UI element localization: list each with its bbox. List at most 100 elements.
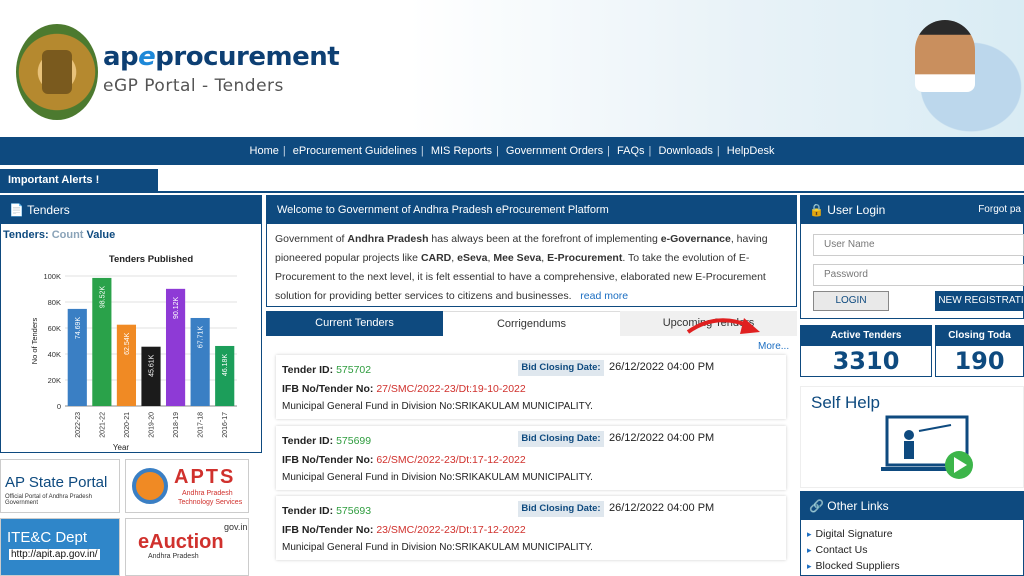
nav-mis-reports[interactable]: MIS Reports xyxy=(427,145,496,157)
nav-helpdesk[interactable]: HelpDesk xyxy=(723,145,779,157)
other-links-title: Other Links xyxy=(827,499,889,513)
tender-id: 575699 xyxy=(336,435,372,447)
important-alerts-label[interactable]: Important Alerts ! xyxy=(0,169,158,191)
link-blocked-suppliers[interactable]: Blocked Suppliers xyxy=(807,558,1017,574)
y-tick-label: 60K xyxy=(48,324,61,333)
welcome-text: Government of Andhra Pradesh has always … xyxy=(275,233,768,302)
ifb-label: IFB No/Tender No: xyxy=(282,383,374,395)
apts-title: APTS xyxy=(174,466,236,488)
nav-government-orders[interactable]: Government Orders xyxy=(502,145,607,157)
tender-card[interactable]: Tender ID: 575693 Bid Closing Date: 26/1… xyxy=(276,496,786,560)
apts-subtitle-2: Technology Services xyxy=(178,499,243,506)
bid-closing-date: 26/12/2022 04:00 PM xyxy=(609,361,715,373)
closing-today-label: Closing Toda xyxy=(936,326,1023,346)
y-tick-label: 80K xyxy=(48,298,61,307)
password-input[interactable]: Password xyxy=(813,264,1024,286)
main-navbar: Home | eProcurement Guidelines | MIS Repor… xyxy=(0,137,1024,165)
bid-closing-date: 26/12/2022 04:00 PM xyxy=(609,432,715,444)
self-help-title: Self Help xyxy=(811,393,880,412)
forgot-password-link[interactable]: Forgot pa xyxy=(978,196,1021,224)
y-tick-label: 40K xyxy=(48,350,61,359)
login-button[interactable]: LOGIN xyxy=(813,291,889,311)
page-root: { "header":{"brand_pre":"ap","brand_e":"… xyxy=(0,0,1024,576)
other-links-list: Digital Signature Contact Us Blocked Sup… xyxy=(801,520,1023,576)
closing-today-count: 190 xyxy=(954,347,1005,375)
ifb-label: IFB No/Tender No: xyxy=(282,524,374,536)
nav-home[interactable]: Home xyxy=(246,145,283,157)
active-tenders-count: 3310 xyxy=(832,347,900,375)
bid-closing-label: Bid Closing Date: xyxy=(518,431,604,447)
y-tick-label: 100K xyxy=(43,272,61,281)
tender-id: 575702 xyxy=(336,364,372,376)
bar-data-label: 46.18K xyxy=(222,354,229,377)
self-help-box[interactable]: Self Help xyxy=(800,386,1024,488)
x-tick-label: 2018-19 xyxy=(173,412,180,438)
tender-card[interactable]: Tender ID: 575699 Bid Closing Date: 26/1… xyxy=(276,426,786,490)
x-tick-label: 2017-18 xyxy=(198,412,205,438)
tab-corrigendums[interactable]: Corrigendums xyxy=(443,311,620,336)
nav-faqs[interactable]: FAQs xyxy=(613,145,649,157)
site-logo-text[interactable]: apeprocurement xyxy=(103,42,340,72)
bid-closing-date: 26/12/2022 04:00 PM xyxy=(609,502,715,514)
document-icon: 📄 xyxy=(9,203,24,217)
tender-id-label: Tender ID: xyxy=(282,435,334,447)
bar-data-label: 74.69K xyxy=(75,317,82,340)
alerts-divider xyxy=(0,191,1024,193)
apts-link[interactable]: APTS Andhra Pradesh Technology Services xyxy=(125,459,249,513)
nav-downloads[interactable]: Downloads xyxy=(654,145,716,157)
tender-description: Municipal General Fund in Division No:SR… xyxy=(282,472,593,483)
eauction-gov-label: gov.in xyxy=(224,522,248,532)
red-arrow-annotation xyxy=(686,318,760,334)
bid-closing-label: Bid Closing Date: xyxy=(518,360,604,376)
tender-card[interactable]: Tender ID: 575702 Bid Closing Date: 26/1… xyxy=(276,355,786,419)
ifb-label: IFB No/Tender No: xyxy=(282,454,374,466)
ifb-number: 27/SMC/2022-23/Dt:19-10-2022 xyxy=(376,383,526,395)
leader-photo xyxy=(915,20,975,92)
itec-dept-link[interactable]: ITE&C Dept http://apit.ap.gov.in/ xyxy=(0,518,120,576)
active-tenders-label: Active Tenders xyxy=(801,326,931,346)
eauction-title: eAuction xyxy=(138,531,224,553)
eauction-subtitle: Andhra Pradesh xyxy=(148,553,199,560)
link-digital-signature[interactable]: Digital Signature xyxy=(807,526,1017,542)
eauction-link[interactable]: gov.in eAuction Andhra Pradesh xyxy=(125,518,249,576)
y-axis-label: No of Tenders xyxy=(30,317,39,364)
x-tick-label: 2022-23 xyxy=(75,412,82,438)
ifb-number: 62/SMC/2022-23/Dt:17-12-2022 xyxy=(376,454,526,466)
tenders-panel-title: Tenders xyxy=(27,203,70,217)
bar-data-label: 90.12K xyxy=(173,297,180,320)
x-tick-label: 2016-17 xyxy=(222,412,229,438)
bar-data-label: 62.54K xyxy=(124,332,131,355)
tab-current-tenders[interactable]: Current Tenders xyxy=(266,311,443,336)
apts-subtitle-1: Andhra Pradesh xyxy=(182,490,233,497)
x-tick-label: 2021-22 xyxy=(99,412,106,438)
welcome-panel: Welcome to Government of Andhra Pradesh … xyxy=(266,195,797,307)
x-axis-label: Year xyxy=(113,443,130,452)
username-input[interactable]: User Name xyxy=(813,234,1024,256)
ap-government-emblem xyxy=(16,24,98,120)
other-links-panel: 🔗 Other Links Digital Signature Contact … xyxy=(800,491,1024,576)
read-more-link[interactable]: read more xyxy=(580,290,628,302)
welcome-title: Welcome to Government of Andhra Pradesh … xyxy=(267,196,796,224)
link-icon: 🔗 xyxy=(809,499,824,513)
nav-eprocurement-guidelines[interactable]: eProcurement Guidelines xyxy=(289,145,421,157)
tender-id-label: Tender ID: xyxy=(282,505,334,517)
bar-data-label: 98.52K xyxy=(99,286,106,309)
bid-closing-label: Bid Closing Date: xyxy=(518,501,604,517)
tenders-panel-header: 📄 Tenders xyxy=(1,196,261,224)
more-tenders-link[interactable]: More... xyxy=(758,341,789,352)
tenders-published-chart: Tenders Published 0 20K 40K 60K 80K 100K 74.69K… xyxy=(30,254,237,452)
site-header: apeprocurement eGP Portal - Tenders xyxy=(0,0,1024,137)
y-tick-label: 20K xyxy=(48,376,61,385)
user-login-header: 🔒 User Login Forgot pa xyxy=(801,196,1023,224)
presentation-video-icon xyxy=(881,415,973,479)
ap-state-portal-subtitle: Official Portal of Andhra Pradesh Govern… xyxy=(5,494,92,506)
site-subtitle: eGP Portal - Tenders xyxy=(103,76,284,96)
active-tenders-stat[interactable]: Active Tenders 3310 xyxy=(800,325,932,377)
link-contact-us[interactable]: Contact Us xyxy=(807,542,1017,558)
new-registration-button[interactable]: NEW REGISTRATI xyxy=(935,291,1024,311)
tender-description: Municipal General Fund in Division No:SR… xyxy=(282,401,593,412)
x-tick-label: 2020-21 xyxy=(124,412,131,438)
closing-today-stat[interactable]: Closing Toda 190 xyxy=(935,325,1024,377)
ifb-number: 23/SMC/2022-23/Dt:17-12-2022 xyxy=(376,524,526,536)
ap-state-portal-link[interactable]: AP State Portal Official Portal of Andhr… xyxy=(0,459,120,513)
